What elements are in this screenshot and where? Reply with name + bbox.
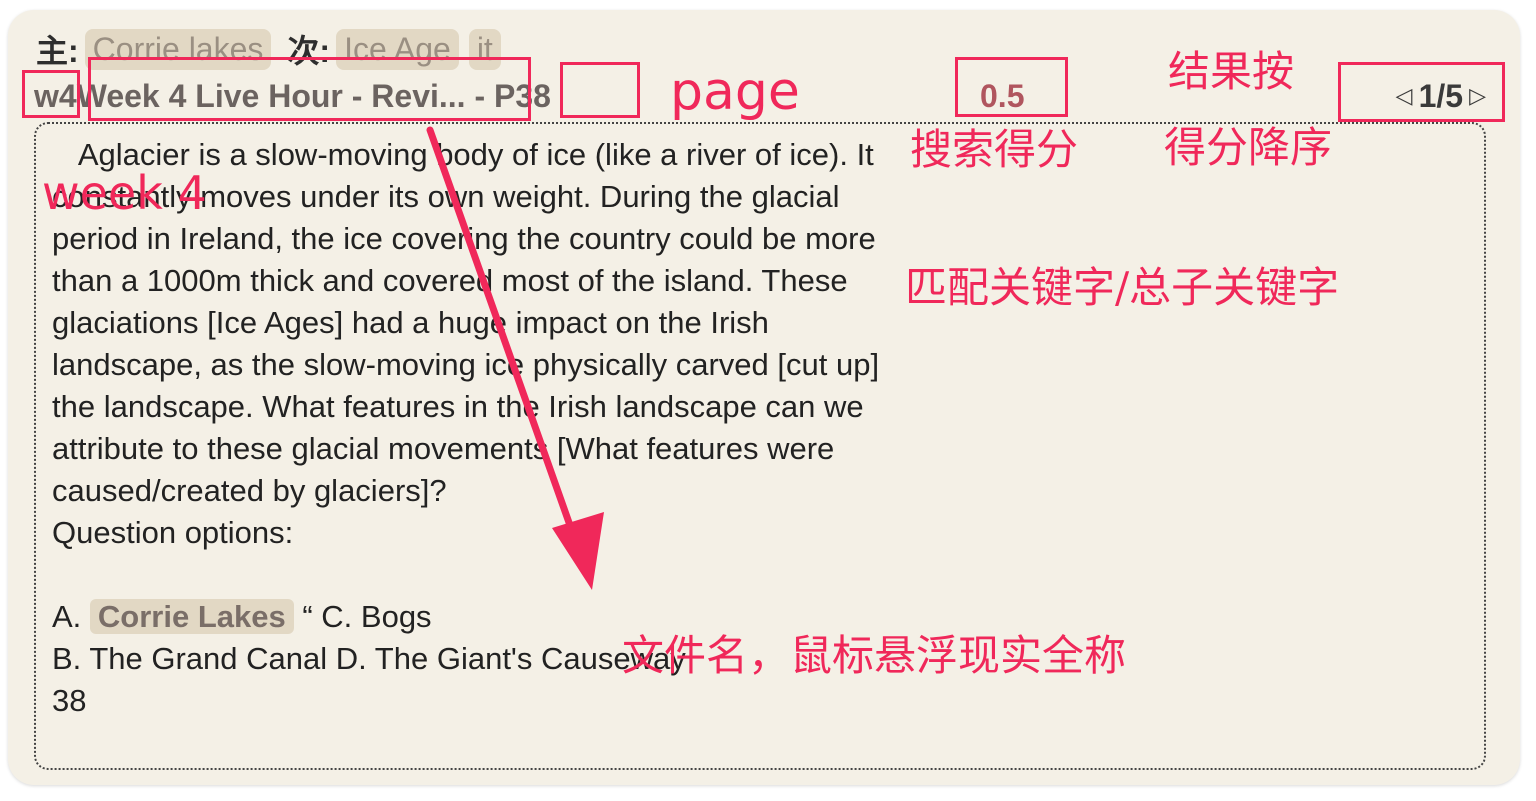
arrow-line [426, 126, 582, 552]
annotation-arrow [426, 126, 604, 590]
arrow-head [552, 512, 604, 590]
